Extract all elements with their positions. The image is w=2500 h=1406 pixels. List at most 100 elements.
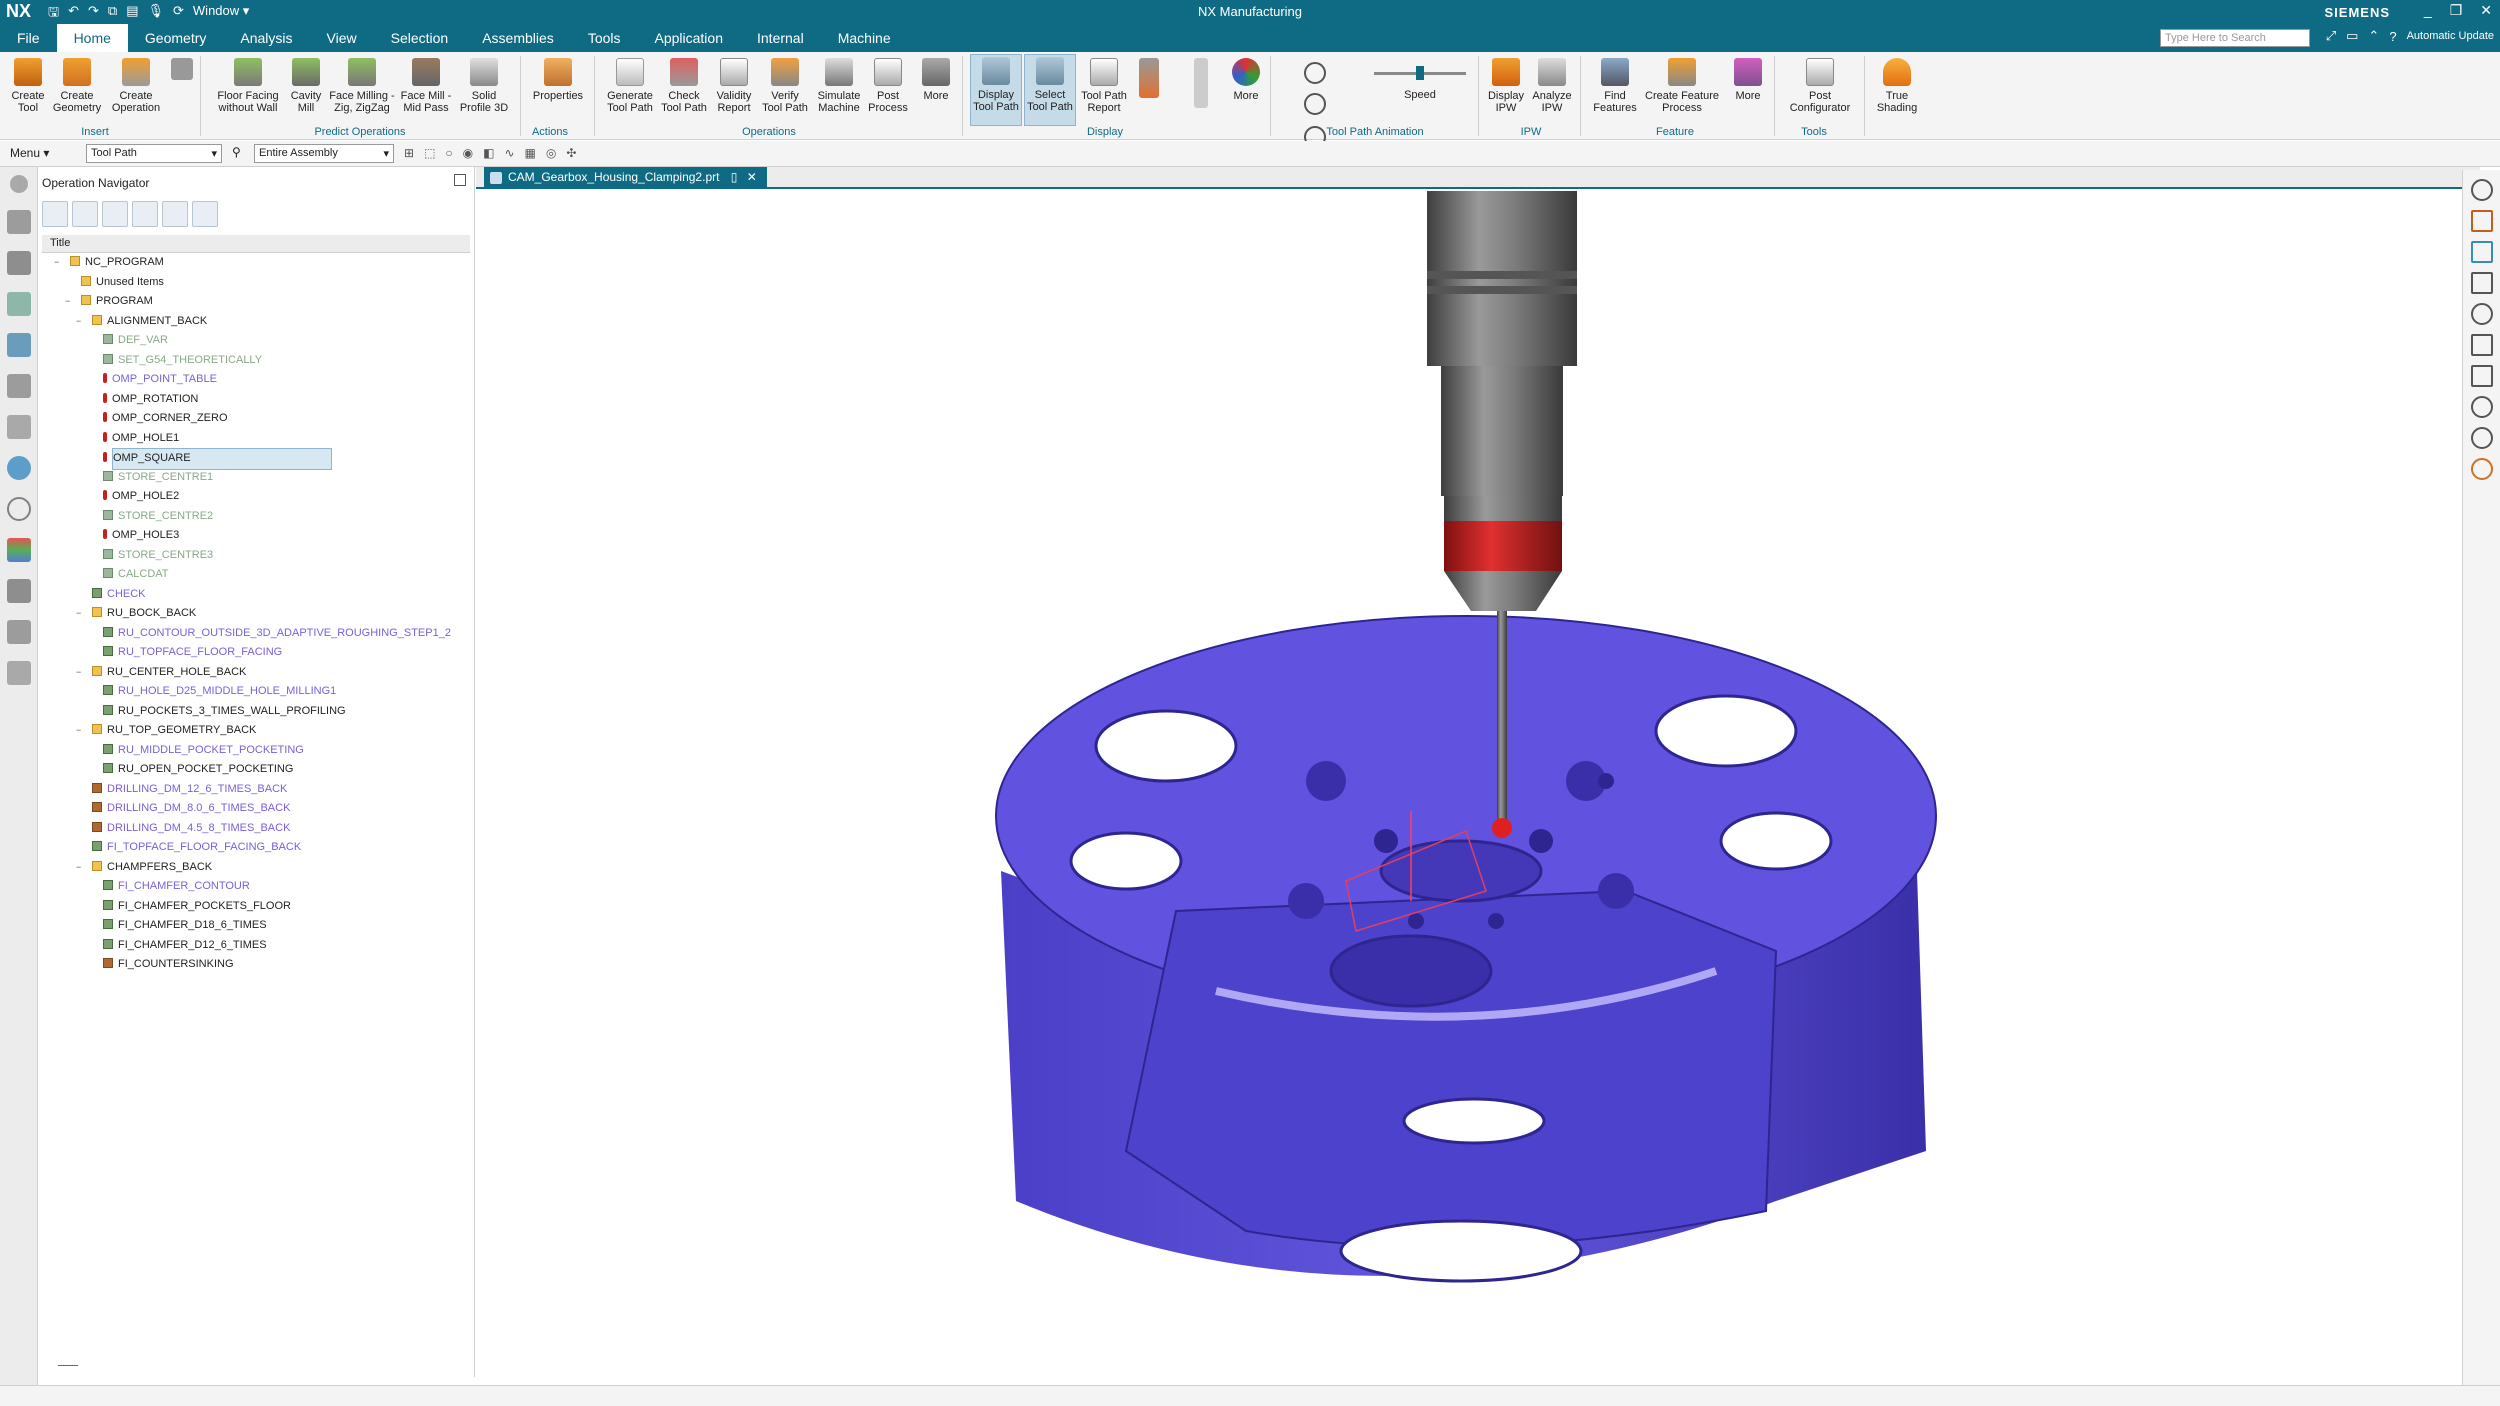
play-icon[interactable] xyxy=(2470,179,2493,201)
tree-row[interactable]: STORE_CENTRE1 xyxy=(42,468,470,488)
tree-expander-icon[interactable]: − xyxy=(54,258,63,267)
play-icon[interactable] xyxy=(1304,93,1326,115)
tree-row[interactable]: FI_TOPFACE_FLOOR_FACING_BACK xyxy=(42,838,470,858)
tree-row[interactable]: CHECK xyxy=(42,585,470,605)
snap-icon[interactable]: ⊞ xyxy=(404,146,414,160)
menu-tab-internal[interactable]: Internal xyxy=(740,24,821,52)
navigator-minimize-icon[interactable] xyxy=(454,174,466,186)
create-geometry-button[interactable]: Create Geometry xyxy=(52,56,102,114)
face-mill-mid-pass-button[interactable]: Face Mill - Mid Pass xyxy=(398,56,454,114)
collapse-ribbon-icon[interactable]: ⌃ xyxy=(2368,28,2379,44)
cross-icon[interactable]: ✣ xyxy=(566,146,576,160)
tree-row[interactable]: OMP_HOLE1 xyxy=(42,429,470,449)
menu-tab-home[interactable]: Home xyxy=(56,24,128,52)
history-icon[interactable] xyxy=(7,497,31,521)
menu-tab-selection[interactable]: Selection xyxy=(374,24,466,52)
feature-view-icon[interactable] xyxy=(162,201,188,227)
operation-navigator-icon[interactable] xyxy=(7,333,31,357)
window-icon[interactable]: ▭ xyxy=(2346,28,2358,44)
web-browser-icon[interactable] xyxy=(7,456,31,480)
paint-icon[interactable] xyxy=(2470,241,2493,263)
tree-row[interactable]: RU_MIDDLE_POCKET_POCKETING xyxy=(42,741,470,761)
swap-icon[interactable] xyxy=(2470,272,2493,294)
curve-icon[interactable]: ∿ xyxy=(504,146,514,160)
copy-icon[interactable]: ⧉ xyxy=(108,3,117,25)
machining-method-view-icon[interactable] xyxy=(132,201,158,227)
machine-tool-view-icon[interactable] xyxy=(72,201,98,227)
menu-tab-assemblies[interactable]: Assemblies xyxy=(465,24,571,52)
feature-navigator-icon[interactable] xyxy=(7,415,31,439)
hide-icon[interactable] xyxy=(2470,427,2493,449)
tree-row[interactable]: FI_COUNTERSINKING xyxy=(42,955,470,975)
settings-icon[interactable] xyxy=(10,175,28,193)
restore-button[interactable]: ❐ xyxy=(2450,2,2463,19)
tree-row[interactable]: RU_POCKETS_3_TIMES_WALL_PROFILING xyxy=(42,702,470,722)
tree-expander-icon[interactable]: − xyxy=(65,297,74,306)
roles-icon[interactable] xyxy=(7,538,31,562)
automatic-update-label[interactable]: Automatic Update xyxy=(2407,30,2494,42)
tree-row[interactable]: FI_CHAMFER_POCKETS_FLOOR xyxy=(42,897,470,917)
tree-row[interactable]: Unused Items xyxy=(42,273,470,293)
tree-row[interactable]: FI_CHAMFER_D18_6_TIMES xyxy=(42,916,470,936)
menu-tab-geometry[interactable]: Geometry xyxy=(128,24,223,52)
tree-expander-icon[interactable]: − xyxy=(76,862,85,872)
mcs-icon[interactable] xyxy=(2470,396,2493,418)
tool-path-report-button[interactable]: Tool Path Report xyxy=(1080,56,1128,114)
create-operation-button[interactable]: Create Operation xyxy=(108,56,164,114)
window-menu[interactable]: Window ▾ xyxy=(193,3,249,25)
tree-row[interactable]: RU_HOLE_D25_MIDDLE_HOLE_MILLING1 xyxy=(42,682,470,702)
filter-clear-icon[interactable] xyxy=(192,201,218,227)
display-ipw-button[interactable]: Display IPW xyxy=(1486,56,1526,114)
save-icon[interactable]: 🖫 xyxy=(48,3,59,25)
tree-row[interactable]: OMP_HOLE3 xyxy=(42,526,470,546)
tree-row[interactable]: OMP_SQUARE xyxy=(42,448,470,470)
tree-row[interactable]: DRILLING_DM_4.5_8_TIMES_BACK xyxy=(42,819,470,839)
tree-row[interactable]: DRILLING_DM_12_6_TIMES_BACK xyxy=(42,780,470,800)
wcs-icon[interactable] xyxy=(2470,365,2493,387)
menu-tab-application[interactable]: Application xyxy=(638,24,741,52)
geometry-view-icon[interactable] xyxy=(102,201,128,227)
assembly-navigator-icon[interactable] xyxy=(7,251,31,275)
check-tool-path-button[interactable]: Check Tool Path xyxy=(658,56,710,114)
speed-slider-thumb[interactable] xyxy=(1416,66,1424,80)
eye-icon[interactable]: ◎ xyxy=(546,146,556,160)
tree-row[interactable]: STORE_CENTRE3 xyxy=(42,546,470,566)
tree-row[interactable]: FI_CHAMFER_CONTOUR xyxy=(42,877,470,897)
filter-icon[interactable]: ⚲ xyxy=(232,145,241,159)
tab-pin-icon[interactable]: ▯ xyxy=(731,170,738,184)
minimize-button[interactable]: _ xyxy=(2424,2,2432,19)
grid-icon[interactable]: ▦ xyxy=(525,146,536,160)
tree-row[interactable]: − PROGRAM xyxy=(42,292,470,312)
verify-tool-path-button[interactable]: Verify Tool Path xyxy=(760,56,810,114)
paste-icon[interactable]: ▤ xyxy=(126,3,138,25)
fullscreen-icon[interactable]: ⤢ xyxy=(2326,28,2336,44)
tree-row[interactable]: FI_CHAMFER_D12_6_TIMES xyxy=(42,936,470,956)
document-tab[interactable]: CAM_Gearbox_Housing_Clamping2.prt ▯ ✕ xyxy=(484,167,767,189)
tree-expander-icon[interactable]: − xyxy=(76,726,85,735)
reuse-library-icon[interactable] xyxy=(7,661,31,685)
column-header-title[interactable]: Title xyxy=(42,235,470,253)
face-icon[interactable]: ◧ xyxy=(483,146,494,160)
refresh-icon[interactable]: ⟳ xyxy=(173,3,184,25)
insert-more-button[interactable] xyxy=(168,56,196,84)
search-input[interactable]: Type Here to Search xyxy=(2160,29,2310,47)
menu-tab-view[interactable]: View xyxy=(310,24,374,52)
tree-row[interactable]: OMP_ROTATION xyxy=(42,390,470,410)
tree-row[interactable]: − RU_TOP_GEOMETRY_BACK xyxy=(42,721,470,741)
constraint-navigator-icon[interactable] xyxy=(7,292,31,316)
nav-arrows-button[interactable] xyxy=(1190,56,1212,112)
tree-row[interactable]: − RU_BOCK_BACK xyxy=(42,604,470,624)
scope-dropdown[interactable]: Entire Assembly ▾ xyxy=(254,144,394,163)
help-icon[interactable]: ? xyxy=(2389,29,2396,44)
more-operations-button[interactable]: More xyxy=(918,56,954,102)
program-order-view-icon[interactable] xyxy=(42,201,68,227)
floor-facing-button[interactable]: Floor Facing without Wall xyxy=(212,56,284,114)
redo-icon[interactable]: ↷ xyxy=(88,3,99,25)
machine-tool-icon[interactable] xyxy=(7,374,31,398)
tree-row[interactable]: − RU_CENTER_HOLE_BACK xyxy=(42,663,470,683)
display-extra-button[interactable] xyxy=(1134,56,1164,102)
tree-row[interactable]: SET_G54_THEORETICALLY xyxy=(42,351,470,371)
graphics-window[interactable] xyxy=(476,191,2480,1385)
shade-icon[interactable] xyxy=(2470,458,2493,480)
tree-expander-icon[interactable]: − xyxy=(76,667,85,677)
